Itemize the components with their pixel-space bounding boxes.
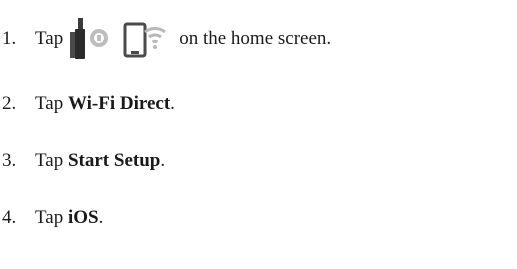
step-text-after: on the home screen. [179,28,332,49]
step-punct: . [170,93,175,114]
step-text: Tap Wi-Fi Direct. [35,93,175,115]
step-verb: Tap [35,93,64,114]
step-verb: Tap [35,207,64,228]
home-screen-icons [69,18,113,60]
phone-wifi-icon [123,22,167,58]
step-verb: Tap [35,150,64,171]
step-number: 3. [2,150,17,171]
step-number: 1. [2,28,17,49]
step-number: 2. [2,93,17,114]
step-3: 3. Tap Start Setup. [0,146,165,176]
step-target: Start Setup [67,150,161,171]
phone-wifi-icon-wrap [123,18,169,60]
step-number: 4. [2,207,17,228]
step-2: 2. Tap Wi-Fi Direct. [0,89,175,119]
step-target: Wi-Fi Direct [67,93,171,114]
step-text: Tap [35,28,64,49]
step-punct: . [98,207,104,228]
step-target: iOS [67,207,99,228]
wireless-router-icon [70,18,109,59]
step-punct: . [160,150,166,171]
step-1: 1. Tap on the home screen. [0,18,332,59]
step-text: Tap Start Setup. [35,150,165,172]
step-text: Tap iOS. [35,207,103,229]
step-4: 4. Tap iOS. [0,203,103,233]
